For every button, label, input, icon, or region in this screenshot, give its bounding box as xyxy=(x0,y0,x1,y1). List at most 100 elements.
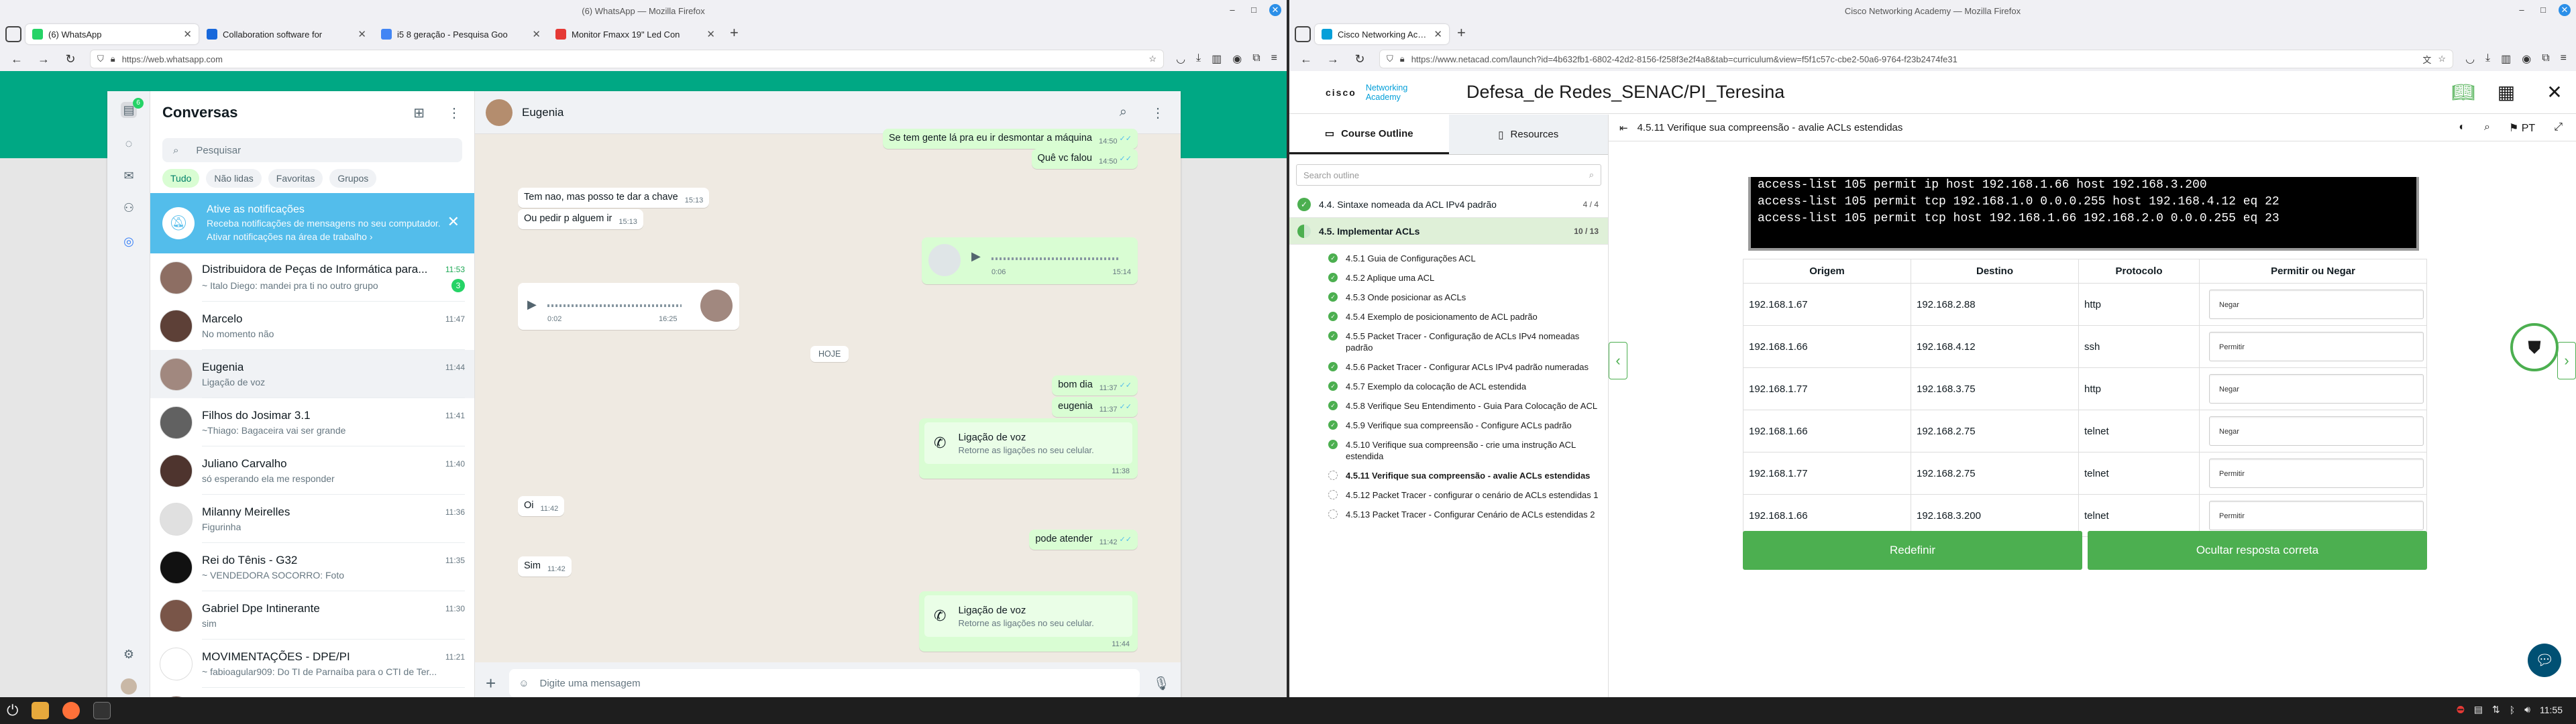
lock-icon[interactable]: 🔒︎ xyxy=(1400,54,1405,64)
chat-item[interactable]: Milanny Meirelles 11:36 Figurinha xyxy=(150,495,474,543)
topic-item[interactable]: 4.5.13 Packet Tracer - Configurar Cenári… xyxy=(1289,505,1608,524)
search-icon[interactable]: ⌕ xyxy=(1120,105,1127,121)
topic-item[interactable]: ✓ 4.5.2 Aplique uma ACL xyxy=(1289,268,1608,288)
filter-groups[interactable]: Grupos xyxy=(329,169,377,188)
module-4-4[interactable]: ✓ 4.4. Sintaxe nomeada da ACL IPv4 padrão… xyxy=(1289,191,1608,218)
topic-item[interactable]: ✓ 4.5.7 Exemplo da colocação de ACL esten… xyxy=(1289,377,1608,396)
tab-course-outline[interactable]: ▭ Course Outline xyxy=(1289,115,1449,154)
close-window-button[interactable]: ✕ xyxy=(2559,4,2571,16)
voice-call-message[interactable]: ✆ Ligação de voz Retorne as ligações no se… xyxy=(919,418,1138,479)
shield-icon[interactable]: ⛉ xyxy=(1387,54,1393,64)
permit-deny-dropdown[interactable]: Permitir xyxy=(2209,459,2424,488)
terminal-icon[interactable] xyxy=(93,702,111,719)
collapse-sidebar-icon[interactable]: ⇤ xyxy=(1619,122,1628,134)
cisco-logo[interactable]: cisco Networking Academy xyxy=(1289,83,1437,102)
voice-message-out[interactable]: ▶ 0:06 15:14 xyxy=(922,237,1138,284)
notification-banner[interactable]: 🔕︎ Ative as notificações Receba notifica… xyxy=(150,193,474,253)
tab-overview-icon[interactable] xyxy=(1295,26,1311,42)
topic-item[interactable]: ✓ 4.5.10 Verifique sua compreensão - crie… xyxy=(1289,435,1608,466)
clipboard-icon[interactable]: ▤ xyxy=(2474,704,2483,715)
topic-item[interactable]: ✓ 4.5.1 Guia de Configurações ACL xyxy=(1289,249,1608,268)
downloads-icon[interactable]: ⤓ xyxy=(2485,52,2490,66)
chat-item[interactable]: Filhos do Josimar 3.1 11:41 ~Thiago: Baga… xyxy=(150,398,474,446)
outline-search-input[interactable]: Search outline ⌕ xyxy=(1296,164,1601,186)
filter-unread[interactable]: Não lidas xyxy=(206,169,262,188)
microphone-icon[interactable]: 🎙︎ xyxy=(1153,675,1170,692)
start-menu-icon[interactable]: ⏻ xyxy=(7,702,18,719)
module-4-5[interactable]: 4.5. Implementar ACLs 10 / 13 xyxy=(1289,218,1608,245)
volume-icon[interactable]: 🔊︎ xyxy=(2524,704,2530,715)
reload-icon[interactable]: ↻ xyxy=(63,52,78,66)
library-icon[interactable]: ▥ xyxy=(1212,52,1222,66)
new-tab-button[interactable]: + xyxy=(730,24,739,42)
maximize-button[interactable]: □ xyxy=(2537,4,2549,16)
menu-dots-icon[interactable]: ⋮ xyxy=(1151,105,1165,121)
topic-item[interactable]: 4.5.11 Verifique sua compreensão - avali… xyxy=(1289,466,1608,485)
account-icon[interactable]: ◉ xyxy=(1232,52,1242,66)
minimize-button[interactable]: – xyxy=(1226,4,1238,16)
search-box[interactable]: ⌕ Pesquisar xyxy=(162,138,462,162)
tab-whatsapp[interactable]: (6) WhatsApp ✕ xyxy=(25,24,199,44)
tab-google-search[interactable]: i5 8 geração - Pesquisa Goo ✕ xyxy=(374,24,547,44)
profile-avatar[interactable] xyxy=(121,678,137,695)
forward-icon[interactable]: → xyxy=(1326,52,1340,66)
url-bar[interactable]: ⛉ 🔒︎ https://web.whatsapp.com ☆ xyxy=(90,50,1165,68)
channels-icon[interactable]: ✉ xyxy=(121,168,137,184)
settings-gear-icon[interactable]: ⚙ xyxy=(121,646,137,662)
close-tab-icon[interactable]: ✕ xyxy=(706,28,715,40)
waveform[interactable] xyxy=(547,304,682,307)
alert-icon[interactable]: ⛔︎ xyxy=(2457,704,2465,715)
topic-item[interactable]: ✓ 4.5.9 Verifique sua compreensão - Confi… xyxy=(1289,416,1608,435)
emoji-icon[interactable]: ☺ xyxy=(519,678,529,689)
close-icon[interactable]: ✕ xyxy=(2542,80,2567,105)
message-input[interactable]: ☺ Digite uma mensagem xyxy=(509,669,1140,697)
enable-notifications-link[interactable]: Ativar notificações na área de trabalho … xyxy=(207,231,441,243)
topic-item[interactable]: ✓ 4.5.5 Packet Tracer - Configuração de A… xyxy=(1289,326,1608,357)
close-tab-icon[interactable]: ✕ xyxy=(183,28,192,40)
permit-deny-dropdown[interactable]: Negar xyxy=(2209,290,2424,319)
next-arrow-icon[interactable]: › xyxy=(2557,342,2576,379)
back-icon[interactable]: ← xyxy=(9,52,24,66)
play-icon[interactable]: ▶ xyxy=(527,298,537,312)
chat-item[interactable]: MOVIMENTAÇÕES - DPE/PI 11:21 ~ fabioagula… xyxy=(150,640,474,688)
new-tab-button[interactable]: + xyxy=(1457,24,1466,42)
filter-all[interactable]: Tudo xyxy=(162,169,200,188)
communities-icon[interactable]: ⚇ xyxy=(121,200,137,216)
pocket-icon[interactable]: ◡ xyxy=(2465,52,2475,66)
permit-deny-dropdown[interactable]: Negar xyxy=(2209,416,2424,446)
minimize-button[interactable]: – xyxy=(2516,4,2528,16)
attach-plus-icon[interactable]: + xyxy=(486,673,496,694)
security-shield-icon[interactable]: ⛊ xyxy=(2510,323,2559,371)
forward-icon[interactable]: → xyxy=(36,52,51,66)
dark-mode-icon[interactable]: ◐ xyxy=(2459,121,2465,135)
url-bar[interactable]: ⛉ 🔒︎ https://www.netacad.com/launch?id=4… xyxy=(1379,50,2454,68)
tab-netacad[interactable]: Cisco Networking Academy ✕ xyxy=(1315,24,1449,44)
conversation-header[interactable]: Eugenia ⌕ ⋮ xyxy=(475,91,1181,134)
library-icon[interactable]: ▥ xyxy=(2501,52,2511,66)
search-icon[interactable]: ⌕ xyxy=(2484,121,2490,135)
back-icon[interactable]: ← xyxy=(1299,52,1313,66)
close-icon[interactable]: ✕ xyxy=(447,213,460,231)
chat-item[interactable]: Gabriel Dpe Intinerante 11:30 sim xyxy=(150,591,474,640)
topic-item[interactable]: ✓ 4.5.6 Packet Tracer - Configurar ACLs I… xyxy=(1289,357,1608,377)
tab-collaboration[interactable]: Collaboration software for ✕ xyxy=(200,24,373,44)
lock-icon[interactable]: 🔒︎ xyxy=(111,54,115,64)
firefox-icon[interactable] xyxy=(62,702,80,719)
permit-deny-dropdown[interactable]: Permitir xyxy=(2209,332,2424,361)
reset-button[interactable]: Redefinir xyxy=(1743,531,2082,570)
permit-deny-dropdown[interactable]: Permitir xyxy=(2209,501,2424,530)
meta-ai-icon[interactable]: ◎ xyxy=(121,233,137,249)
search-icon[interactable]: ⌕ xyxy=(1589,170,1594,180)
network-icon[interactable]: ⇅ xyxy=(2492,704,2500,715)
status-icon[interactable]: ◌ xyxy=(121,135,137,152)
chat-item[interactable]: Eugenia 11:44 Ligação de voz xyxy=(150,350,474,398)
waveform[interactable] xyxy=(991,257,1119,260)
bookmark-star-icon[interactable]: ☆ xyxy=(1148,54,1157,64)
chat-item[interactable]: Juliano Carvalho 11:40 só esperando ela m… xyxy=(150,446,474,495)
topic-item[interactable]: 4.5.12 Packet Tracer - configurar o cená… xyxy=(1289,485,1608,505)
permit-deny-dropdown[interactable]: Negar xyxy=(2209,374,2424,404)
topic-item[interactable]: ✓ 4.5.3 Onde posicionar as ACLs xyxy=(1289,288,1608,307)
extensions-icon[interactable]: ⧉ xyxy=(2542,52,2549,66)
close-window-button[interactable]: ✕ xyxy=(1269,4,1281,16)
play-icon[interactable]: ▶ xyxy=(971,249,981,263)
